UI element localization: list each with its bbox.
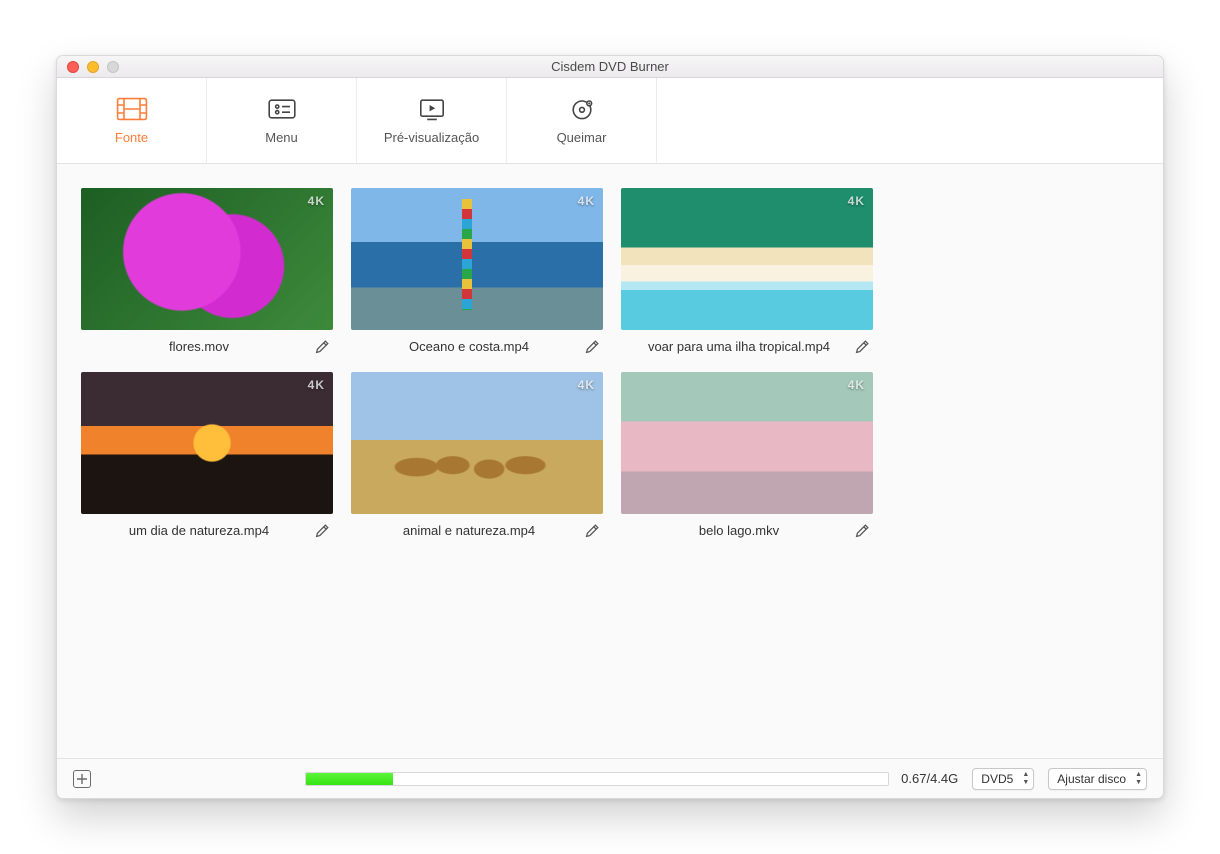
- caption-row: belo lago.mkv: [621, 514, 873, 538]
- resolution-badge: 4K: [578, 378, 595, 392]
- resolution-badge: 4K: [578, 194, 595, 208]
- disc-type-value: DVD5: [981, 772, 1013, 786]
- minimize-button[interactable]: [87, 61, 99, 73]
- video-thumbnail[interactable]: 4K: [81, 372, 333, 514]
- video-filename: voar para uma ilha tropical.mp4: [623, 339, 855, 354]
- tab-fonte[interactable]: Fonte: [57, 78, 207, 163]
- edit-icon[interactable]: [855, 522, 871, 538]
- caption-row: flores.mov: [81, 330, 333, 354]
- content-area: 4K flores.mov 4K Oceano e costa.mp4 4K voar p…: [57, 164, 1163, 758]
- video-filename: Oceano e costa.mp4: [353, 339, 585, 354]
- toolbar: Fonte Menu Pré-visualização Q: [57, 78, 1163, 164]
- tab-preview[interactable]: Pré-visualização: [357, 78, 507, 163]
- tab-burn[interactable]: Queimar: [507, 78, 657, 163]
- edit-icon[interactable]: [585, 338, 601, 354]
- video-thumbnail[interactable]: 4K: [81, 188, 333, 330]
- disc-usage-bar: [305, 772, 889, 786]
- tab-menu[interactable]: Menu: [207, 78, 357, 163]
- video-filename: animal e natureza.mp4: [353, 523, 585, 538]
- video-item: 4K animal e natureza.mp4: [351, 372, 603, 538]
- stepper-icon: ▲▼: [1135, 771, 1142, 787]
- disc-usage-fill: [306, 773, 393, 785]
- progress-wrap: 0.67/4.4G: [305, 771, 958, 786]
- disc-usage-text: 0.67/4.4G: [901, 771, 958, 786]
- preview-icon: [416, 96, 448, 122]
- video-filename: belo lago.mkv: [623, 523, 855, 538]
- tab-label: Queimar: [557, 130, 607, 145]
- video-thumbnail[interactable]: 4K: [621, 188, 873, 330]
- disc-type-select[interactable]: DVD5 ▲▼: [972, 768, 1034, 790]
- titlebar: Cisdem DVD Burner: [57, 56, 1163, 78]
- resolution-badge: 4K: [848, 194, 865, 208]
- edit-icon[interactable]: [855, 338, 871, 354]
- video-thumbnail[interactable]: 4K: [351, 188, 603, 330]
- video-filename: flores.mov: [83, 339, 315, 354]
- footer: 0.67/4.4G DVD5 ▲▼ Ajustar disco ▲▼: [57, 758, 1163, 798]
- plus-icon: [77, 774, 87, 784]
- maximize-button[interactable]: [107, 61, 119, 73]
- window-title: Cisdem DVD Burner: [57, 59, 1163, 74]
- resolution-badge: 4K: [308, 378, 325, 392]
- video-item: 4K Oceano e costa.mp4: [351, 188, 603, 354]
- traffic-lights: [67, 61, 119, 73]
- fit-mode-value: Ajustar disco: [1057, 772, 1126, 786]
- caption-row: voar para uma ilha tropical.mp4: [621, 330, 873, 354]
- video-grid: 4K flores.mov 4K Oceano e costa.mp4 4K voar p…: [81, 188, 1139, 538]
- app-window: Cisdem DVD Burner Fonte Menu: [56, 55, 1164, 799]
- edit-icon[interactable]: [315, 338, 331, 354]
- video-item: 4K belo lago.mkv: [621, 372, 873, 538]
- tab-label: Menu: [265, 130, 298, 145]
- menu-icon: [266, 96, 298, 122]
- video-item: 4K um dia de natureza.mp4: [81, 372, 333, 538]
- video-item: 4K flores.mov: [81, 188, 333, 354]
- add-video-button[interactable]: [73, 770, 91, 788]
- stepper-icon: ▲▼: [1022, 771, 1029, 787]
- fit-mode-select[interactable]: Ajustar disco ▲▼: [1048, 768, 1147, 790]
- caption-row: um dia de natureza.mp4: [81, 514, 333, 538]
- resolution-badge: 4K: [308, 194, 325, 208]
- edit-icon[interactable]: [315, 522, 331, 538]
- video-item: 4K voar para uma ilha tropical.mp4: [621, 188, 873, 354]
- source-icon: [116, 96, 148, 122]
- tab-label: Fonte: [115, 130, 148, 145]
- video-thumbnail[interactable]: 4K: [351, 372, 603, 514]
- caption-row: animal e natureza.mp4: [351, 514, 603, 538]
- caption-row: Oceano e costa.mp4: [351, 330, 603, 354]
- close-button[interactable]: [67, 61, 79, 73]
- edit-icon[interactable]: [585, 522, 601, 538]
- video-thumbnail[interactable]: 4K: [621, 372, 873, 514]
- burn-icon: [566, 96, 598, 122]
- tab-label: Pré-visualização: [384, 130, 479, 145]
- video-filename: um dia de natureza.mp4: [83, 523, 315, 538]
- resolution-badge: 4K: [848, 378, 865, 392]
